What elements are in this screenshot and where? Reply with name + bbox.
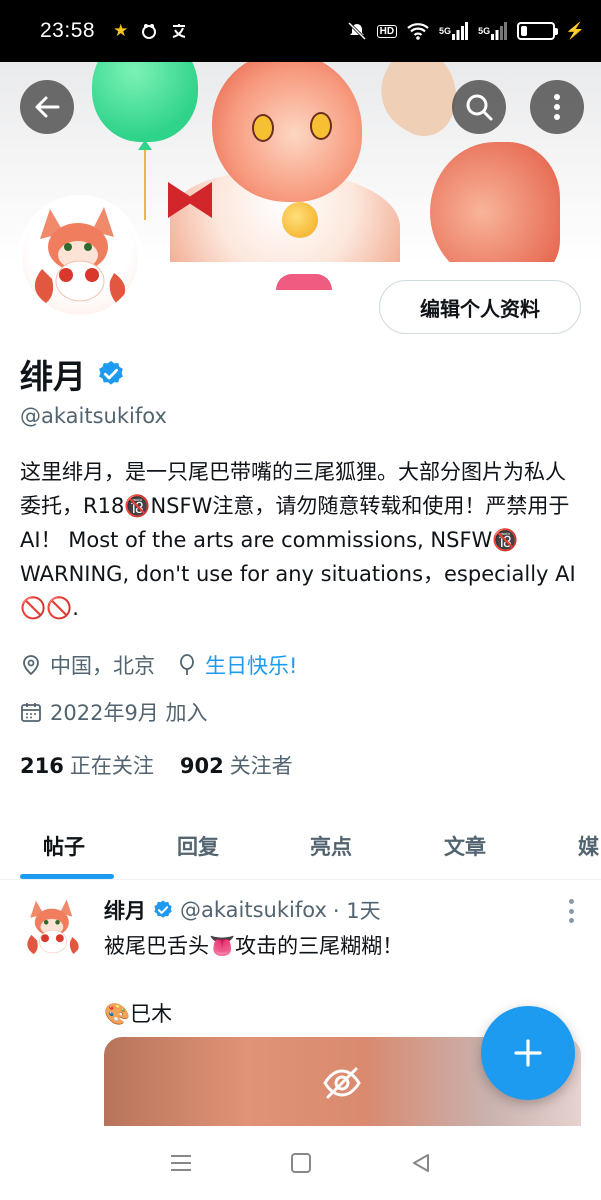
- more-button[interactable]: [530, 80, 584, 134]
- post-more-button[interactable]: [569, 899, 575, 923]
- edit-profile-button[interactable]: 编辑个人资料: [379, 280, 581, 334]
- profile-handle: @akaitsukifox: [20, 404, 167, 428]
- profile-birthday-link[interactable]: 生日快乐!: [205, 650, 297, 680]
- profile-name: 绯月: [20, 357, 86, 396]
- plus-icon: [514, 1039, 542, 1067]
- following-link[interactable]: 216 正在关注: [20, 750, 154, 780]
- profile-tabs: 帖子 回复 亮点 文章 媒: [0, 812, 601, 880]
- fox-artwork: [160, 62, 560, 262]
- post-time: · 1天: [332, 899, 381, 923]
- menu-icon[interactable]: [169, 1153, 193, 1173]
- tab-articles[interactable]: 文章: [444, 812, 486, 880]
- followers-link[interactable]: 902 关注者: [180, 750, 293, 780]
- calendar-icon: [21, 703, 41, 722]
- profile-meta-row: 中国，北京 生日快乐!: [20, 650, 319, 680]
- tab-highlights[interactable]: 亮点: [310, 812, 352, 880]
- tab-media[interactable]: 媒: [578, 812, 599, 880]
- signal-2-icon: 5G: [478, 22, 508, 40]
- balloon-icon: [180, 654, 194, 675]
- more-vertical-icon: [554, 94, 560, 120]
- fox-avatar-image: [34, 207, 126, 305]
- profile-bio: 这里绯月，是一只尾巴带嘴的三尾狐狸。大部分图片为私人委托，R18🔞NSFW注意，…: [20, 460, 576, 620]
- hd-icon: HD: [376, 24, 398, 38]
- post-author-handle: @akaitsukifox: [180, 898, 327, 922]
- post-avatar[interactable]: [20, 895, 86, 961]
- app-notification-icon: [140, 22, 158, 40]
- active-tab-indicator: [20, 874, 114, 879]
- charging-icon: ⚡: [565, 23, 585, 40]
- system-nav-bar: [0, 1126, 601, 1200]
- status-time: 23:58: [40, 19, 96, 42]
- verified-badge-icon: [154, 900, 172, 918]
- fox-avatar-image: [20, 895, 86, 961]
- battery-icon: [517, 22, 559, 40]
- arrow-left-icon: [35, 96, 60, 118]
- search-icon: [466, 94, 493, 121]
- home-square-icon[interactable]: [290, 1152, 312, 1174]
- wifi-icon: [407, 22, 429, 40]
- back-button[interactable]: [20, 80, 74, 134]
- eye-off-icon: [323, 1067, 361, 1099]
- star-notification-icon: ★: [113, 21, 129, 40]
- compose-post-button[interactable]: [481, 1006, 575, 1100]
- signal-1-icon: 5G: [439, 22, 469, 40]
- mute-icon: [347, 21, 367, 41]
- tab-replies[interactable]: 回复: [177, 812, 219, 880]
- verified-badge-icon[interactable]: [96, 359, 126, 389]
- tab-posts[interactable]: 帖子: [43, 812, 85, 880]
- translate-notification-icon: [170, 22, 188, 40]
- status-bar: 23:58 ★ HD 5G 5G ⚡: [0, 0, 601, 62]
- profile-location: 中国，北京: [50, 654, 155, 678]
- location-pin-icon: [23, 655, 39, 676]
- profile-avatar[interactable]: [18, 195, 142, 319]
- post-author-name[interactable]: 绯月: [104, 895, 146, 925]
- search-button[interactable]: [452, 80, 506, 134]
- back-triangle-icon[interactable]: [410, 1152, 432, 1174]
- profile-joined-date: 2022年9月 加入: [50, 701, 208, 725]
